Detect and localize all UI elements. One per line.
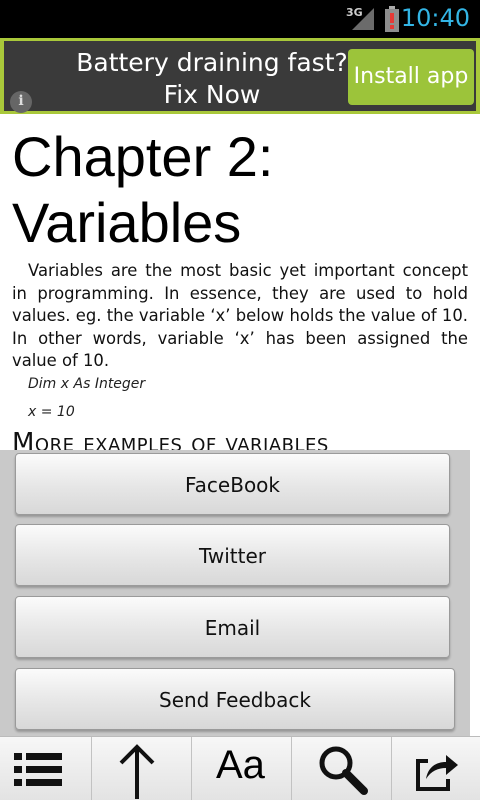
ad-headline-line-1[interactable]: Battery draining fast?: [74, 47, 350, 79]
share-button[interactable]: [392, 737, 480, 800]
list-icon: [14, 753, 62, 786]
scroll-up-button[interactable]: [92, 737, 192, 800]
email-button[interactable]: Email: [15, 596, 450, 658]
code-line: x = 10: [28, 404, 75, 420]
share-icon: [416, 755, 458, 791]
twitter-button[interactable]: Twitter: [15, 524, 450, 586]
bottom-toolbar: Aa: [0, 736, 480, 800]
ad-info-icon[interactable]: i: [10, 91, 32, 113]
signal-icon: [352, 8, 374, 30]
facebook-button[interactable]: FaceBook: [15, 453, 450, 515]
arrow-up-icon: [119, 744, 155, 799]
send-feedback-button[interactable]: Send Feedback: [15, 668, 455, 730]
battery-low-icon: [385, 6, 399, 32]
contents-button[interactable]: [0, 737, 92, 800]
font-size-button[interactable]: Aa: [192, 737, 292, 800]
ad-banner[interactable]: Battery draining fast? Fix Now Install a…: [0, 38, 480, 114]
ad-headline[interactable]: Battery draining fast? Fix Now: [74, 47, 350, 111]
clock: 10:40: [400, 4, 470, 32]
chapter-title-line-1: Chapter 2:: [12, 125, 274, 188]
font-size-icon: Aa: [216, 743, 265, 787]
search-icon: [319, 746, 368, 795]
code-line: Dim x As Integer: [28, 376, 146, 392]
search-button[interactable]: [292, 737, 392, 800]
chapter-title: Chapter 2: Variables: [12, 124, 472, 256]
ad-headline-line-2[interactable]: Fix Now: [74, 79, 350, 111]
status-bar: 3G 10:40: [0, 0, 480, 38]
chapter-title-line-2: Variables: [12, 191, 242, 254]
ad-content[interactable]: Battery draining fast? Fix Now Install a…: [4, 41, 476, 113]
article-paragraph: Variables are the most basic yet importa…: [12, 261, 468, 370]
share-menu: FaceBook Twitter Email Send Feedback: [0, 450, 470, 736]
install-app-button[interactable]: Install app: [348, 49, 474, 105]
